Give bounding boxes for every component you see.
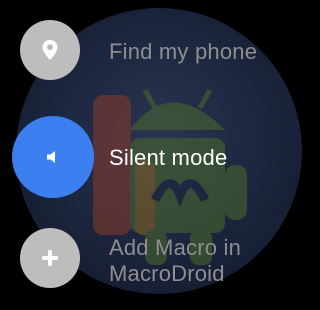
list-item-find-my-phone[interactable]: Find my phone [0,7,310,97]
location-pin-icon [42,40,58,60]
silent-mode-button[interactable] [12,116,94,198]
find-my-phone-button[interactable] [20,20,80,80]
list-item-add-macro[interactable]: Add Macro in MacroDroid [0,217,310,307]
list-item-silent-mode[interactable]: Silent mode [0,112,310,202]
silent-mode-label: Silent mode [109,145,228,170]
watch-screen: Find my phone Silent mode Add Macro in M… [0,0,310,310]
add-macro-label-line2: MacroDroid [109,261,225,286]
plus-icon [42,250,58,266]
add-macro-label-line1: Add Macro in [109,235,242,260]
add-macro-label: Add Macro in MacroDroid [109,235,241,287]
find-my-phone-label: Find my phone [109,39,258,64]
add-macro-button[interactable] [20,228,80,288]
speaker-icon [47,151,55,163]
